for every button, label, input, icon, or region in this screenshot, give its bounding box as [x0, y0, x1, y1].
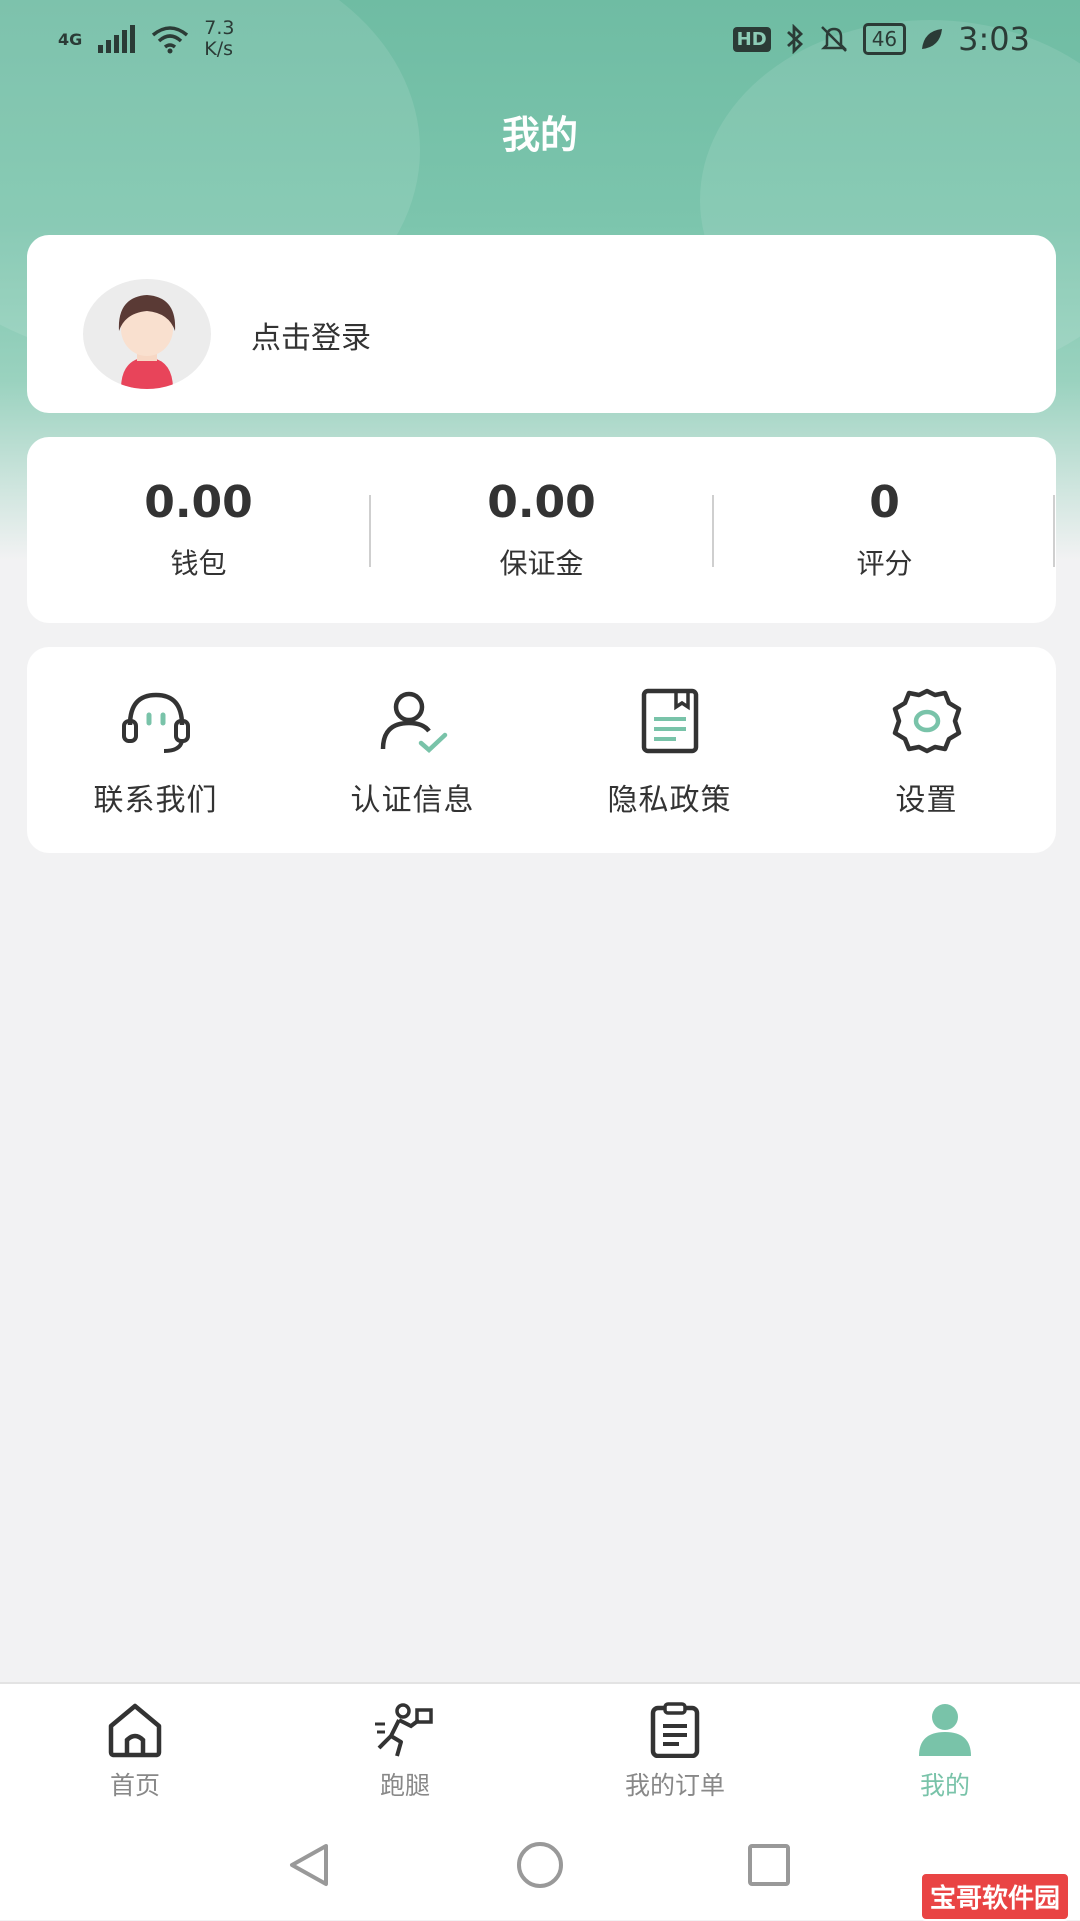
leaf-icon: [922, 29, 943, 49]
stat-rating[interactable]: 0 评分: [713, 477, 1056, 582]
person-icon: [919, 1704, 971, 1756]
clipboard-icon: [650, 1702, 700, 1758]
battery-indicator: 46: [862, 23, 907, 55]
network-label: 4G: [58, 29, 83, 49]
stat-deposit[interactable]: 0.00 保证金: [370, 477, 713, 582]
speed-value: 7.3: [204, 17, 235, 39]
tab-label: 跑腿: [379, 1771, 430, 1800]
page-title: 我的: [501, 113, 578, 157]
watermark: 宝哥软件园: [919, 1872, 1070, 1921]
clock: 3:03: [958, 20, 1030, 58]
tab-label: 我的: [919, 1771, 970, 1800]
network-speed: 7.3 K/s: [204, 18, 234, 60]
menu-settings[interactable]: 设置: [798, 687, 1055, 819]
tab-mine[interactable]: 我的: [810, 1702, 1080, 1802]
tab-my-orders[interactable]: 我的订单: [540, 1702, 810, 1802]
document-icon: [641, 688, 698, 754]
back-icon[interactable]: [284, 1840, 334, 1890]
home-nav-icon[interactable]: [514, 1840, 566, 1890]
menu-privacy-policy[interactable]: 隐私政策: [541, 687, 798, 819]
tab-label: 首页: [109, 1771, 160, 1800]
tab-errands[interactable]: 跑腿: [270, 1702, 540, 1802]
tab-label: 我的订单: [624, 1771, 725, 1800]
stat-divider: [1053, 495, 1055, 567]
wallet-label: 钱包: [170, 547, 227, 580]
user-check-icon: [380, 691, 447, 754]
menu-label: 设置: [895, 783, 958, 818]
mute-bell-icon: [820, 26, 847, 52]
avatar[interactable]: [83, 279, 211, 389]
signal-icon: [98, 25, 136, 53]
hd-badge: HD: [732, 26, 771, 52]
default-avatar-icon: [118, 295, 176, 389]
bluetooth-icon: [786, 24, 803, 54]
system-navigation-bar: [0, 1804, 1080, 1920]
wallet-value: 0.00: [144, 477, 253, 528]
login-prompt[interactable]: 点击登录: [251, 313, 371, 357]
status-bar: 4G 7.3 K/s HD 46 3:03: [0, 0, 1080, 80]
menu-card: 联系我们 认证信息 隐私政策 设置: [27, 647, 1056, 853]
runner-icon: [375, 1703, 433, 1757]
tab-home[interactable]: 首页: [0, 1702, 270, 1802]
home-icon: [108, 1703, 162, 1758]
menu-label: 联系我们: [93, 783, 218, 818]
deposit-label: 保证金: [499, 547, 584, 580]
deposit-value: 0.00: [487, 477, 596, 528]
menu-contact-us[interactable]: 联系我们: [27, 687, 284, 819]
gear-icon: [892, 688, 961, 754]
menu-label: 认证信息: [350, 783, 475, 818]
rating-label: 评分: [856, 547, 913, 580]
recents-icon[interactable]: [744, 1840, 794, 1890]
wifi-icon: [152, 26, 189, 54]
stat-wallet[interactable]: 0.00 钱包: [27, 477, 370, 582]
rating-value: 0: [869, 477, 900, 528]
menu-label: 隐私政策: [607, 783, 732, 818]
stats-card: 0.00 钱包 0.00 保证金 0 评分: [27, 437, 1056, 623]
login-card[interactable]: 点击登录: [27, 235, 1056, 413]
bottom-tab-bar: 首页 跑腿 我的订单 我的: [0, 1682, 1080, 1804]
menu-verification-info[interactable]: 认证信息: [284, 687, 541, 819]
headset-icon: [121, 692, 190, 753]
speed-unit: K/s: [204, 38, 234, 60]
